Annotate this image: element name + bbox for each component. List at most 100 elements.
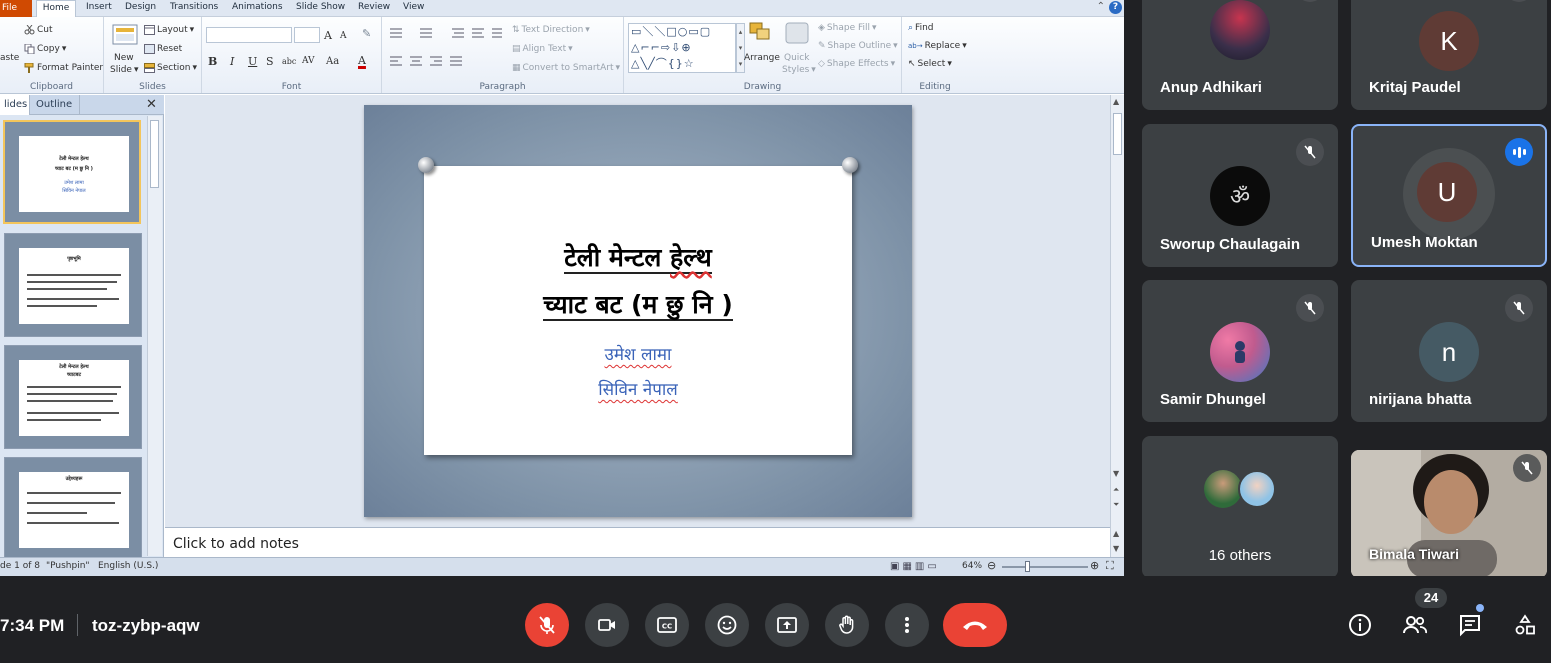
slide-vertical-scrollbar[interactable]: ▲ ▼ ⏶ ⏷ bbox=[1110, 95, 1124, 527]
zoom-in-icon[interactable]: ⊕ bbox=[1090, 559, 1099, 572]
font-color-button[interactable]: A bbox=[358, 54, 366, 67]
slide-thumbnail-2[interactable]: पृष्ठभूमि bbox=[4, 233, 142, 337]
chat-button[interactable] bbox=[1457, 612, 1483, 638]
participant-tile[interactable]: Anup Adhikari bbox=[1142, 0, 1338, 110]
speaking-indicator-icon bbox=[1505, 138, 1533, 166]
tab-home[interactable]: Home bbox=[36, 0, 76, 18]
meeting-details-button[interactable] bbox=[1347, 612, 1373, 638]
scroll-up-icon[interactable]: ▲ bbox=[1113, 97, 1119, 106]
alignment-icons[interactable] bbox=[388, 55, 504, 67]
participant-tile[interactable]: n nirijana bhatta bbox=[1351, 280, 1547, 422]
tab-review[interactable]: Review bbox=[358, 2, 390, 12]
clear-format-icon[interactable]: ✎ bbox=[362, 27, 371, 40]
participant-tile[interactable]: Samir Dhungel bbox=[1142, 280, 1338, 422]
participant-tile-active-speaker[interactable]: U Umesh Moktan bbox=[1351, 124, 1547, 267]
bold-button[interactable]: B bbox=[208, 55, 217, 68]
shrink-font-button[interactable]: A bbox=[340, 31, 347, 41]
slide-thumbnail-3[interactable]: टेली मेन्टल हेल्थ च्याटबट bbox=[4, 345, 142, 449]
zoom-slider[interactable] bbox=[1002, 566, 1088, 568]
convert-smartart-button[interactable]: ▦ Convert to SmartArt ▾ bbox=[512, 63, 620, 73]
people-button[interactable] bbox=[1402, 612, 1428, 638]
tab-design[interactable]: Design bbox=[125, 2, 156, 12]
char-spacing-button[interactable]: AV bbox=[302, 56, 315, 66]
text-direction-button[interactable]: ⇅ Text Direction ▾ bbox=[512, 25, 590, 35]
scroll-down-icon[interactable]: ▼ bbox=[1113, 469, 1119, 478]
scroll-down-icon[interactable]: ▼ bbox=[1113, 544, 1119, 553]
shape-effects-button[interactable]: ◇ Shape Effects ▾ bbox=[818, 59, 895, 69]
captions-button[interactable]: CC bbox=[645, 603, 689, 647]
shape-fill-button[interactable]: ◈ Shape Fill ▾ bbox=[818, 23, 877, 33]
minimize-ribbon-icon[interactable]: ⌃ bbox=[1097, 1, 1105, 14]
arrange-button[interactable]: Arrange bbox=[744, 21, 780, 75]
layout-button[interactable]: Layout ▾ bbox=[144, 25, 194, 35]
current-slide[interactable]: टेली मेन्टल हेल्थ च्याट बट (म छु नि ) उम… bbox=[364, 105, 912, 517]
font-size-dropdown[interactable] bbox=[294, 27, 320, 43]
list-indent-icons[interactable] bbox=[388, 27, 504, 39]
language-indicator[interactable]: English (U.S.) bbox=[98, 561, 158, 571]
italic-button[interactable]: I bbox=[230, 55, 234, 68]
slide-thumbnail-1[interactable]: टेली मेन्टल हेल्थ च्याट बट (म छु नि ) उम… bbox=[3, 120, 141, 224]
close-icon[interactable]: ✕ bbox=[146, 97, 157, 112]
zoom-level[interactable]: 64% bbox=[962, 561, 982, 571]
leave-call-button[interactable] bbox=[943, 603, 1007, 647]
zoom-slider-knob[interactable] bbox=[1025, 561, 1030, 572]
scrollbar-thumb[interactable] bbox=[1113, 113, 1122, 155]
replace-button[interactable]: ab→ Replace ▾ bbox=[908, 41, 967, 51]
slide-title[interactable]: टेली मेन्टल हेल्थ च्याट बट (म छु नि ) bbox=[424, 234, 852, 328]
section-button[interactable]: Section ▾ bbox=[144, 63, 197, 73]
slide-thumbnail-4[interactable]: उद्देश्यहरू bbox=[4, 457, 142, 561]
select-button[interactable]: ↖ Select ▾ bbox=[908, 59, 952, 69]
participant-video-tile[interactable]: Bimala Tiwari bbox=[1351, 450, 1547, 578]
camera-toggle-button[interactable] bbox=[585, 603, 629, 647]
tab-animations[interactable]: Animations bbox=[232, 2, 283, 12]
grow-font-button[interactable]: A bbox=[324, 29, 332, 42]
help-icon[interactable]: ? bbox=[1109, 1, 1122, 14]
activities-button[interactable] bbox=[1512, 612, 1538, 638]
thumbnail-text-line bbox=[27, 419, 101, 421]
tab-slide-show[interactable]: Slide Show bbox=[296, 2, 345, 12]
shape-outline-button[interactable]: ✎ Shape Outline ▾ bbox=[818, 41, 898, 51]
shapes-gallery[interactable]: ▭＼＼□○▭▢ △⌐⌐⇨⇩⊕ △╲╱⌒{}☆ bbox=[628, 23, 736, 73]
previous-slide-icon[interactable]: ⏶ bbox=[1113, 485, 1119, 494]
underline-button[interactable]: U bbox=[248, 55, 257, 68]
tab-insert[interactable]: Insert bbox=[86, 2, 112, 12]
notes-scrollbar[interactable]: ▲ ▼ bbox=[1110, 527, 1124, 557]
notes-pane[interactable]: Click to add notes bbox=[165, 527, 1110, 557]
next-slide-icon[interactable]: ⏷ bbox=[1113, 500, 1119, 509]
participant-tile[interactable]: ॐ Sworup Chaulagain bbox=[1142, 124, 1338, 267]
zoom-out-icon[interactable]: ⊖ bbox=[987, 559, 996, 572]
reactions-button[interactable] bbox=[705, 603, 749, 647]
present-screen-button[interactable] bbox=[765, 603, 809, 647]
change-case-button[interactable]: Aa bbox=[326, 56, 339, 67]
paste-button[interactable]: aste bbox=[0, 53, 19, 63]
tab-transitions[interactable]: Transitions bbox=[170, 2, 218, 12]
new-slide-button[interactable]: New Slide ▾ bbox=[108, 23, 144, 79]
cut-button[interactable]: Cut bbox=[24, 25, 53, 35]
others-tile[interactable]: 16 others bbox=[1142, 436, 1338, 578]
tab-file[interactable]: File bbox=[0, 0, 32, 17]
view-buttons[interactable]: ▣▦▥▭ bbox=[890, 561, 940, 572]
font-name-dropdown[interactable] bbox=[206, 27, 292, 43]
scrollbar-thumb[interactable] bbox=[150, 120, 159, 188]
tab-view[interactable]: View bbox=[403, 2, 424, 12]
align-text-button[interactable]: ▤ Align Text ▾ bbox=[512, 44, 573, 54]
find-button[interactable]: ⌕ Find bbox=[908, 23, 934, 33]
tab-slides[interactable]: lides bbox=[0, 95, 30, 115]
fit-slide-icon[interactable]: ⛶ bbox=[1106, 559, 1114, 573]
participant-tile[interactable]: K Kritaj Paudel bbox=[1351, 0, 1547, 110]
format-painter-button[interactable]: Format Painter bbox=[24, 63, 103, 73]
theme-name[interactable]: "Pushpin" bbox=[46, 561, 90, 571]
microphone-toggle-button[interactable] bbox=[525, 603, 569, 647]
strikethrough-button[interactable]: S bbox=[266, 55, 274, 68]
raise-hand-button[interactable] bbox=[825, 603, 869, 647]
reset-button[interactable]: Reset bbox=[144, 44, 182, 54]
slides-pane-scrollbar[interactable] bbox=[147, 116, 162, 556]
slide-subtitle[interactable]: उमेश लामा सिविन नेपाल bbox=[424, 338, 852, 408]
meeting-code[interactable]: toz-zybp-aqw bbox=[92, 616, 200, 636]
scroll-up-icon[interactable]: ▲ bbox=[1113, 529, 1119, 538]
more-options-button[interactable] bbox=[885, 603, 929, 647]
tab-outline[interactable]: Outline bbox=[32, 95, 80, 115]
quick-styles-button[interactable]: Quick Styles ▾ bbox=[780, 21, 816, 81]
copy-button[interactable]: Copy ▾ bbox=[24, 44, 66, 54]
shadow-button[interactable]: abc bbox=[282, 57, 296, 66]
